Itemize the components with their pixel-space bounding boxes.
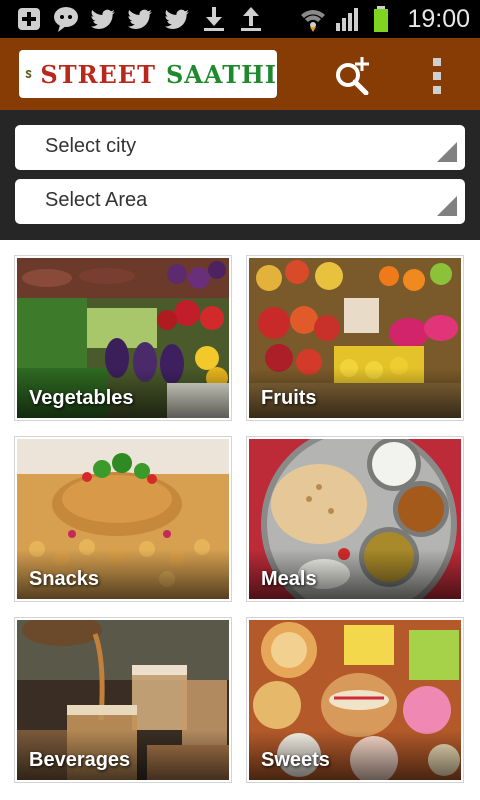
category-tile-meals[interactable]: Meals	[246, 436, 464, 602]
fruits-image: Fruits	[249, 258, 461, 418]
location-filter-panel: Select city Select Area	[0, 110, 480, 240]
category-tile-sweets[interactable]: Sweets	[246, 617, 464, 783]
app-bar: STREET SAATHI	[0, 38, 480, 110]
category-tile-fruits[interactable]: Fruits	[246, 255, 464, 421]
category-label: Sweets	[261, 749, 330, 771]
twitter-icon	[163, 5, 191, 33]
beverages-image: Beverages	[17, 620, 229, 780]
category-tile-beverages[interactable]: Beverages	[14, 617, 232, 783]
twitter-icon	[126, 5, 154, 33]
dropdown-corner-icon	[437, 196, 457, 216]
area-select[interactable]: Select Area	[15, 179, 465, 224]
add-notification-icon	[15, 5, 43, 33]
logo-word-street: STREET	[40, 59, 156, 89]
city-select[interactable]: Select city	[15, 125, 465, 170]
category-label: Beverages	[29, 749, 131, 771]
area-select-label: Select Area	[45, 189, 148, 211]
status-bar: 19:00	[0, 0, 480, 38]
category-label: Meals	[261, 568, 317, 590]
category-tile-snacks[interactable]: Snacks	[14, 436, 232, 602]
category-grid: Vegetables Fruits Snacks Meals Beverages…	[0, 240, 480, 800]
signal-icon	[333, 5, 361, 33]
snacks-image: Snacks	[17, 439, 229, 599]
clock: 19:00	[407, 4, 470, 33]
category-label: Fruits	[261, 387, 317, 409]
overflow-menu-icon	[433, 58, 441, 66]
download-icon	[200, 5, 228, 33]
search-button[interactable]	[330, 54, 374, 96]
meals-image: Meals	[249, 439, 461, 599]
battery-icon	[367, 5, 395, 33]
logo-word-saathi: SAATHI	[165, 59, 277, 89]
search-plus-icon	[336, 57, 369, 95]
dropdown-corner-icon	[437, 142, 457, 162]
sweets-image: Sweets	[249, 620, 461, 780]
vegetables-image: Vegetables	[17, 258, 229, 418]
logo-s-icon	[25, 70, 32, 79]
city-select-label: Select city	[45, 135, 137, 157]
chat-notification-icon	[52, 5, 80, 33]
category-label: Vegetables	[29, 387, 134, 409]
twitter-icon	[89, 5, 117, 33]
category-tile-vegetables[interactable]: Vegetables	[14, 255, 232, 421]
upload-icon	[237, 5, 265, 33]
wifi-icon	[299, 5, 327, 33]
category-label: Snacks	[29, 568, 100, 590]
overflow-menu-button[interactable]	[423, 56, 451, 96]
app-logo: STREET SAATHI	[19, 50, 277, 98]
